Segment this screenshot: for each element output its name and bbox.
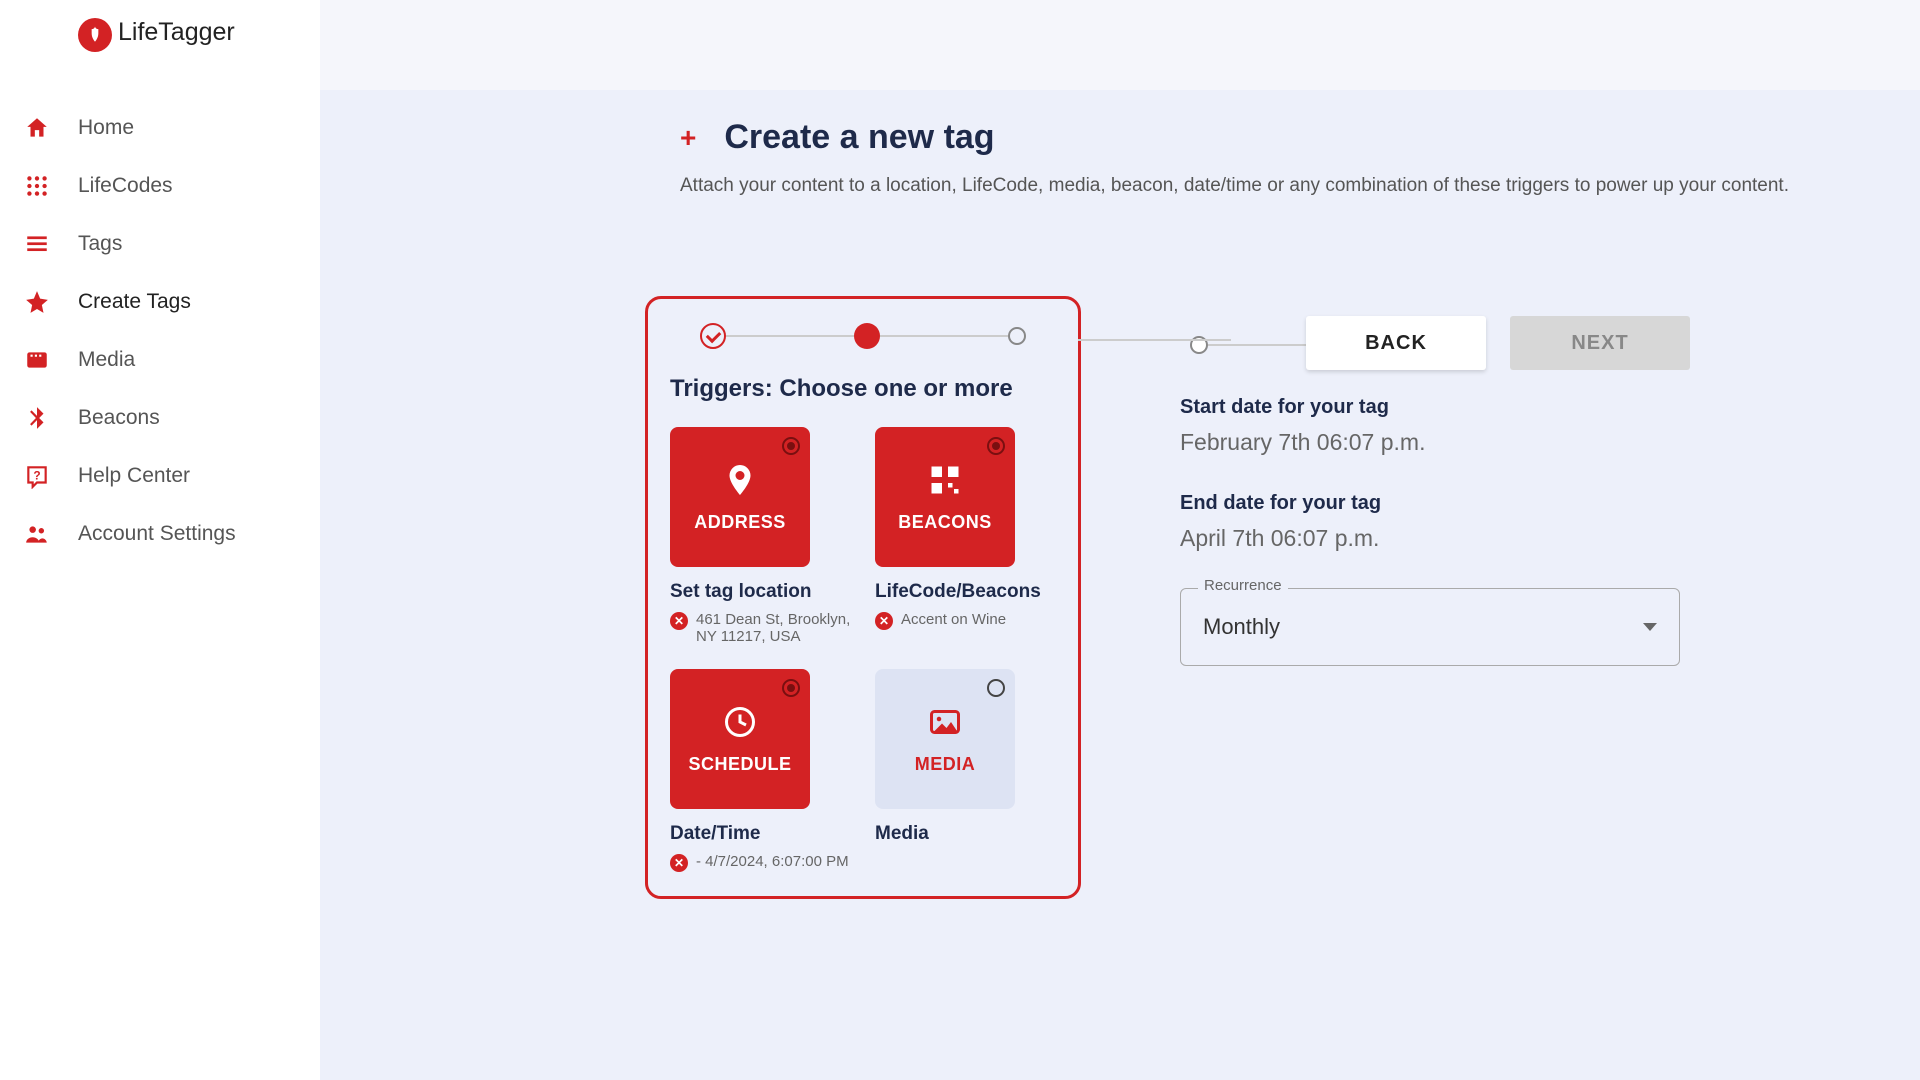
beacons-card[interactable]: BEACONS [875, 427, 1015, 567]
page-title: Create a new tag [724, 118, 994, 157]
back-button[interactable]: BACK [1306, 316, 1486, 370]
sidebar-item-media[interactable]: Media [0, 331, 320, 389]
bluetooth-icon [24, 405, 50, 431]
radio-selected-icon [987, 437, 1005, 455]
end-date-block: End date for your tag April 7th 06:07 p.… [1180, 492, 1700, 552]
brand-name: LifeTagger [118, 18, 235, 47]
step-2[interactable] [854, 323, 880, 349]
image-icon [927, 704, 963, 740]
recurrence-label: Recurrence [1198, 577, 1288, 594]
step-3-inner[interactable] [1008, 327, 1026, 345]
qr-icon [927, 462, 963, 498]
start-date-block: Start date for your tag February 7th 06:… [1180, 396, 1700, 456]
sidebar-item-home[interactable]: Home [0, 99, 320, 157]
schedule-detail-row: ✕ - 4/7/2024, 6:07:00 PM [670, 853, 851, 872]
remove-address-icon[interactable]: ✕ [670, 612, 688, 630]
svg-text:?: ? [33, 468, 40, 482]
start-label: Start date for your tag [1180, 396, 1700, 419]
home-icon [24, 115, 50, 141]
beacons-detail-row: ✕ Accent on Wine [875, 611, 1056, 630]
nav-label: Media [78, 348, 135, 372]
media-card[interactable]: MEDIA [875, 669, 1015, 809]
main: + Create a new tag Attach your content t… [320, 0, 1920, 1080]
beacons-sub: LifeCode/Beacons [875, 581, 1056, 603]
beacons-text: Accent on Wine [901, 611, 1006, 628]
sidebar-item-lifecodes[interactable]: LifeCodes [0, 157, 320, 215]
page-subtitle: Attach your content to a location, LifeC… [680, 175, 1789, 197]
schedule-text: - 4/7/2024, 6:07:00 PM [696, 853, 849, 870]
sidebar: LifeTagger Home LifeCodes Tags Create Ta… [0, 0, 320, 1080]
step-1[interactable] [700, 323, 726, 349]
remove-beacon-icon[interactable]: ✕ [875, 612, 893, 630]
nav-label: Tags [78, 232, 122, 256]
grid-dots-icon [24, 173, 50, 199]
card-label: SCHEDULE [688, 754, 791, 775]
end-label: End date for your tag [1180, 492, 1700, 515]
clock-icon [722, 704, 758, 740]
address-text: 461 Dean St, Brooklyn, NY 11217, USA [696, 611, 851, 645]
radio-selected-icon [782, 437, 800, 455]
nav-label: Create Tags [78, 290, 191, 314]
trigger-schedule: SCHEDULE Date/Time ✕ - 4/7/2024, 6:07:00… [670, 669, 851, 872]
card-label: BEACONS [898, 512, 992, 533]
media-sub: Media [875, 823, 1056, 845]
nav-label: Help Center [78, 464, 190, 488]
help-icon: ? [24, 463, 50, 489]
card-label: MEDIA [915, 754, 976, 775]
sidebar-item-tags[interactable]: Tags [0, 215, 320, 273]
radio-unselected-icon [987, 679, 1005, 697]
recurrence-select[interactable]: Monthly [1180, 588, 1680, 666]
recurrence-field: Recurrence Monthly [1180, 588, 1680, 666]
nav-label: Home [78, 116, 134, 140]
sidebar-item-beacons[interactable]: Beacons [0, 389, 320, 447]
address-detail-row: ✕ 461 Dean St, Brooklyn, NY 11217, USA [670, 611, 851, 645]
logo[interactable]: LifeTagger [0, 18, 320, 79]
nav-label: LifeCodes [78, 174, 173, 198]
star-icon [24, 289, 50, 315]
end-value[interactable]: April 7th 06:07 p.m. [1180, 525, 1700, 552]
title-block: + Create a new tag Attach your content t… [680, 118, 1789, 197]
sidebar-item-account[interactable]: Account Settings [0, 505, 320, 563]
chevron-down-icon [1643, 623, 1657, 631]
triggers-panel: Triggers: Choose one or more ADDRESS Set… [645, 296, 1081, 899]
schedule-card[interactable]: SCHEDULE [670, 669, 810, 809]
panel-title: Triggers: Choose one or more [670, 375, 1056, 403]
trigger-address: ADDRESS Set tag location ✕ 461 Dean St, … [670, 427, 851, 645]
schedule-details: Start date for your tag February 7th 06:… [1180, 396, 1700, 666]
wizard-nav: BACK NEXT [1306, 316, 1690, 370]
nav-label: Beacons [78, 406, 160, 430]
radio-selected-icon [782, 679, 800, 697]
nav: Home LifeCodes Tags Create Tags Media Be… [0, 79, 320, 563]
plus-icon: + [680, 122, 696, 154]
people-icon [24, 521, 50, 547]
media-icon [24, 347, 50, 373]
trigger-beacons: BEACONS LifeCode/Beacons ✕ Accent on Win… [875, 427, 1056, 645]
remove-schedule-icon[interactable]: ✕ [670, 854, 688, 872]
logo-icon [78, 18, 112, 52]
sidebar-item-create-tags[interactable]: Create Tags [0, 273, 320, 331]
trigger-media: MEDIA Media [875, 669, 1056, 872]
list-icon [24, 231, 50, 257]
card-label: ADDRESS [694, 512, 786, 533]
panel-stepper [670, 323, 1056, 349]
next-button: NEXT [1510, 316, 1690, 370]
address-card[interactable]: ADDRESS [670, 427, 810, 567]
start-value[interactable]: February 7th 06:07 p.m. [1180, 429, 1700, 456]
pin-icon [722, 462, 758, 498]
address-sub: Set tag location [670, 581, 851, 603]
nav-label: Account Settings [78, 522, 236, 546]
recurrence-value: Monthly [1203, 614, 1280, 640]
schedule-sub: Date/Time [670, 823, 851, 845]
sidebar-item-help[interactable]: ? Help Center [0, 447, 320, 505]
